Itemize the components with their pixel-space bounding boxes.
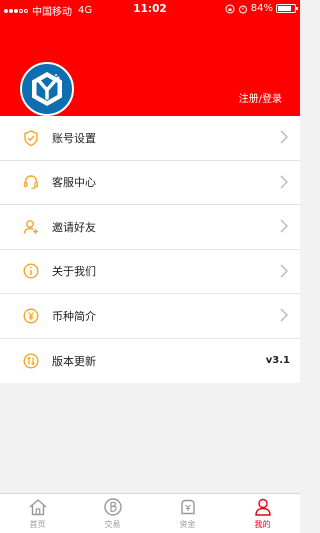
battery-icon bbox=[276, 4, 298, 13]
chevron-right-icon bbox=[280, 263, 288, 278]
tab-funds[interactable]: 资金 bbox=[150, 494, 225, 533]
bitcoin-icon bbox=[102, 496, 124, 518]
profile-header: 中国移动 4G 11:02 84% 注册/登录 bbox=[0, 0, 300, 116]
menu-item-label: 账号设置 bbox=[52, 131, 96, 145]
menu-item-label: 客服中心 bbox=[52, 176, 96, 190]
battery-percent: 84% bbox=[250, 3, 273, 14]
status-bar: 中国移动 4G 11:02 84% bbox=[0, 0, 300, 18]
register-login-link[interactable]: 注册/登录 bbox=[239, 90, 282, 105]
menu-item-label: 币种简介 bbox=[52, 309, 96, 323]
info-icon bbox=[20, 260, 42, 282]
tab-mine[interactable]: 我的 bbox=[225, 494, 300, 533]
menu-item-invite-friends[interactable]: 邀请好友 bbox=[0, 205, 300, 250]
headset-icon bbox=[20, 171, 42, 193]
menu-item-version-update[interactable]: 版本更新 v3.1 bbox=[0, 339, 300, 384]
menu-item-label: 版本更新 bbox=[52, 354, 96, 368]
tab-bar: 首页 交易 资金 我的 bbox=[0, 493, 300, 533]
home-icon bbox=[27, 496, 49, 518]
chevron-right-icon bbox=[280, 174, 288, 189]
tab-trade[interactable]: 交易 bbox=[75, 494, 150, 533]
menu-item-customer-service[interactable]: 客服中心 bbox=[0, 161, 300, 205]
menu-item-label: 邀请好友 bbox=[52, 220, 96, 234]
rotation-lock-icon bbox=[225, 4, 235, 13]
wallet-icon bbox=[177, 496, 199, 518]
user-icon bbox=[252, 496, 274, 518]
tab-home[interactable]: 首页 bbox=[0, 494, 75, 533]
tab-label: 交易 bbox=[104, 520, 121, 529]
app-logo-icon bbox=[32, 72, 63, 106]
tab-label: 首页 bbox=[29, 520, 46, 529]
update-icon bbox=[20, 350, 42, 372]
tab-label: 我的 bbox=[254, 520, 271, 529]
menu-item-account-settings[interactable]: 账号设置 bbox=[0, 116, 300, 161]
menu-item-label: 关于我们 bbox=[52, 265, 96, 279]
menu-item-about-us[interactable]: 关于我们 bbox=[0, 250, 300, 294]
yen-coin-icon bbox=[20, 305, 42, 327]
version-number: v3.1 bbox=[265, 355, 290, 367]
shield-check-icon bbox=[20, 127, 42, 149]
avatar[interactable] bbox=[20, 62, 74, 116]
alarm-icon bbox=[238, 5, 247, 13]
menu-list: 账号设置 客服中心 邀请好友 关于我们 币种简介 版本更新 v3.1 bbox=[0, 116, 300, 383]
menu-item-currency-intro[interactable]: 币种简介 bbox=[0, 294, 300, 339]
chevron-right-icon bbox=[280, 130, 288, 144]
tab-label: 资金 bbox=[179, 520, 196, 529]
add-user-icon bbox=[20, 216, 42, 238]
chevron-right-icon bbox=[280, 308, 288, 322]
chevron-right-icon bbox=[280, 219, 288, 233]
